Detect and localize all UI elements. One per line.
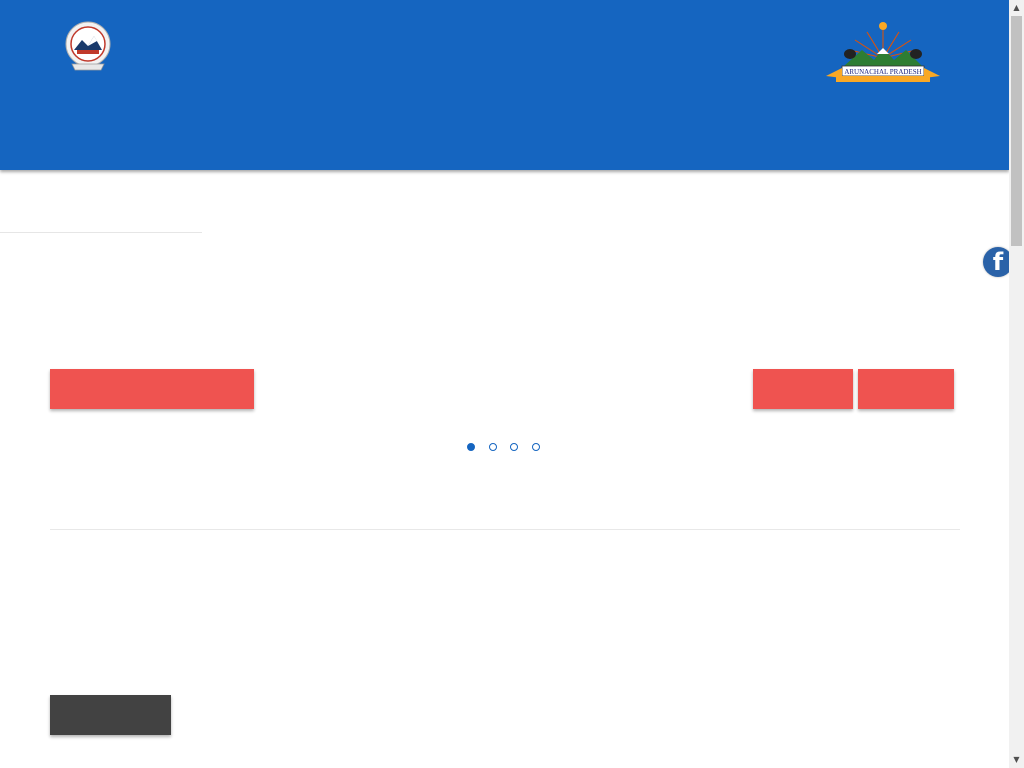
- state-emblem-icon[interactable]: ARUNACHAL PRADESH: [822, 18, 944, 86]
- menu-divider: [0, 232, 202, 233]
- vertical-scrollbar[interactable]: ▲ ▼: [1009, 0, 1024, 768]
- emblem-banner-text: ARUNACHAL PRADESH: [844, 68, 921, 76]
- read-more-button[interactable]: [50, 695, 171, 735]
- scroll-up-icon[interactable]: ▲: [1009, 0, 1024, 16]
- slider-prev-button[interactable]: [753, 369, 853, 409]
- slider-next-button[interactable]: [858, 369, 954, 409]
- slider-dot[interactable]: [532, 443, 540, 451]
- scrollbar-thumb[interactable]: [1011, 16, 1022, 246]
- slider-dot[interactable]: [510, 443, 518, 451]
- police-seal-icon[interactable]: [64, 20, 112, 72]
- slider-primary-button[interactable]: [50, 369, 254, 409]
- scroll-down-icon[interactable]: ▼: [1009, 752, 1024, 768]
- section-divider: [50, 529, 960, 530]
- site-header: ARUNACHAL PRADESH: [0, 0, 1009, 170]
- slider-dot[interactable]: [489, 443, 497, 451]
- slider-dot[interactable]: [467, 443, 475, 451]
- slider-indicators: [466, 442, 546, 454]
